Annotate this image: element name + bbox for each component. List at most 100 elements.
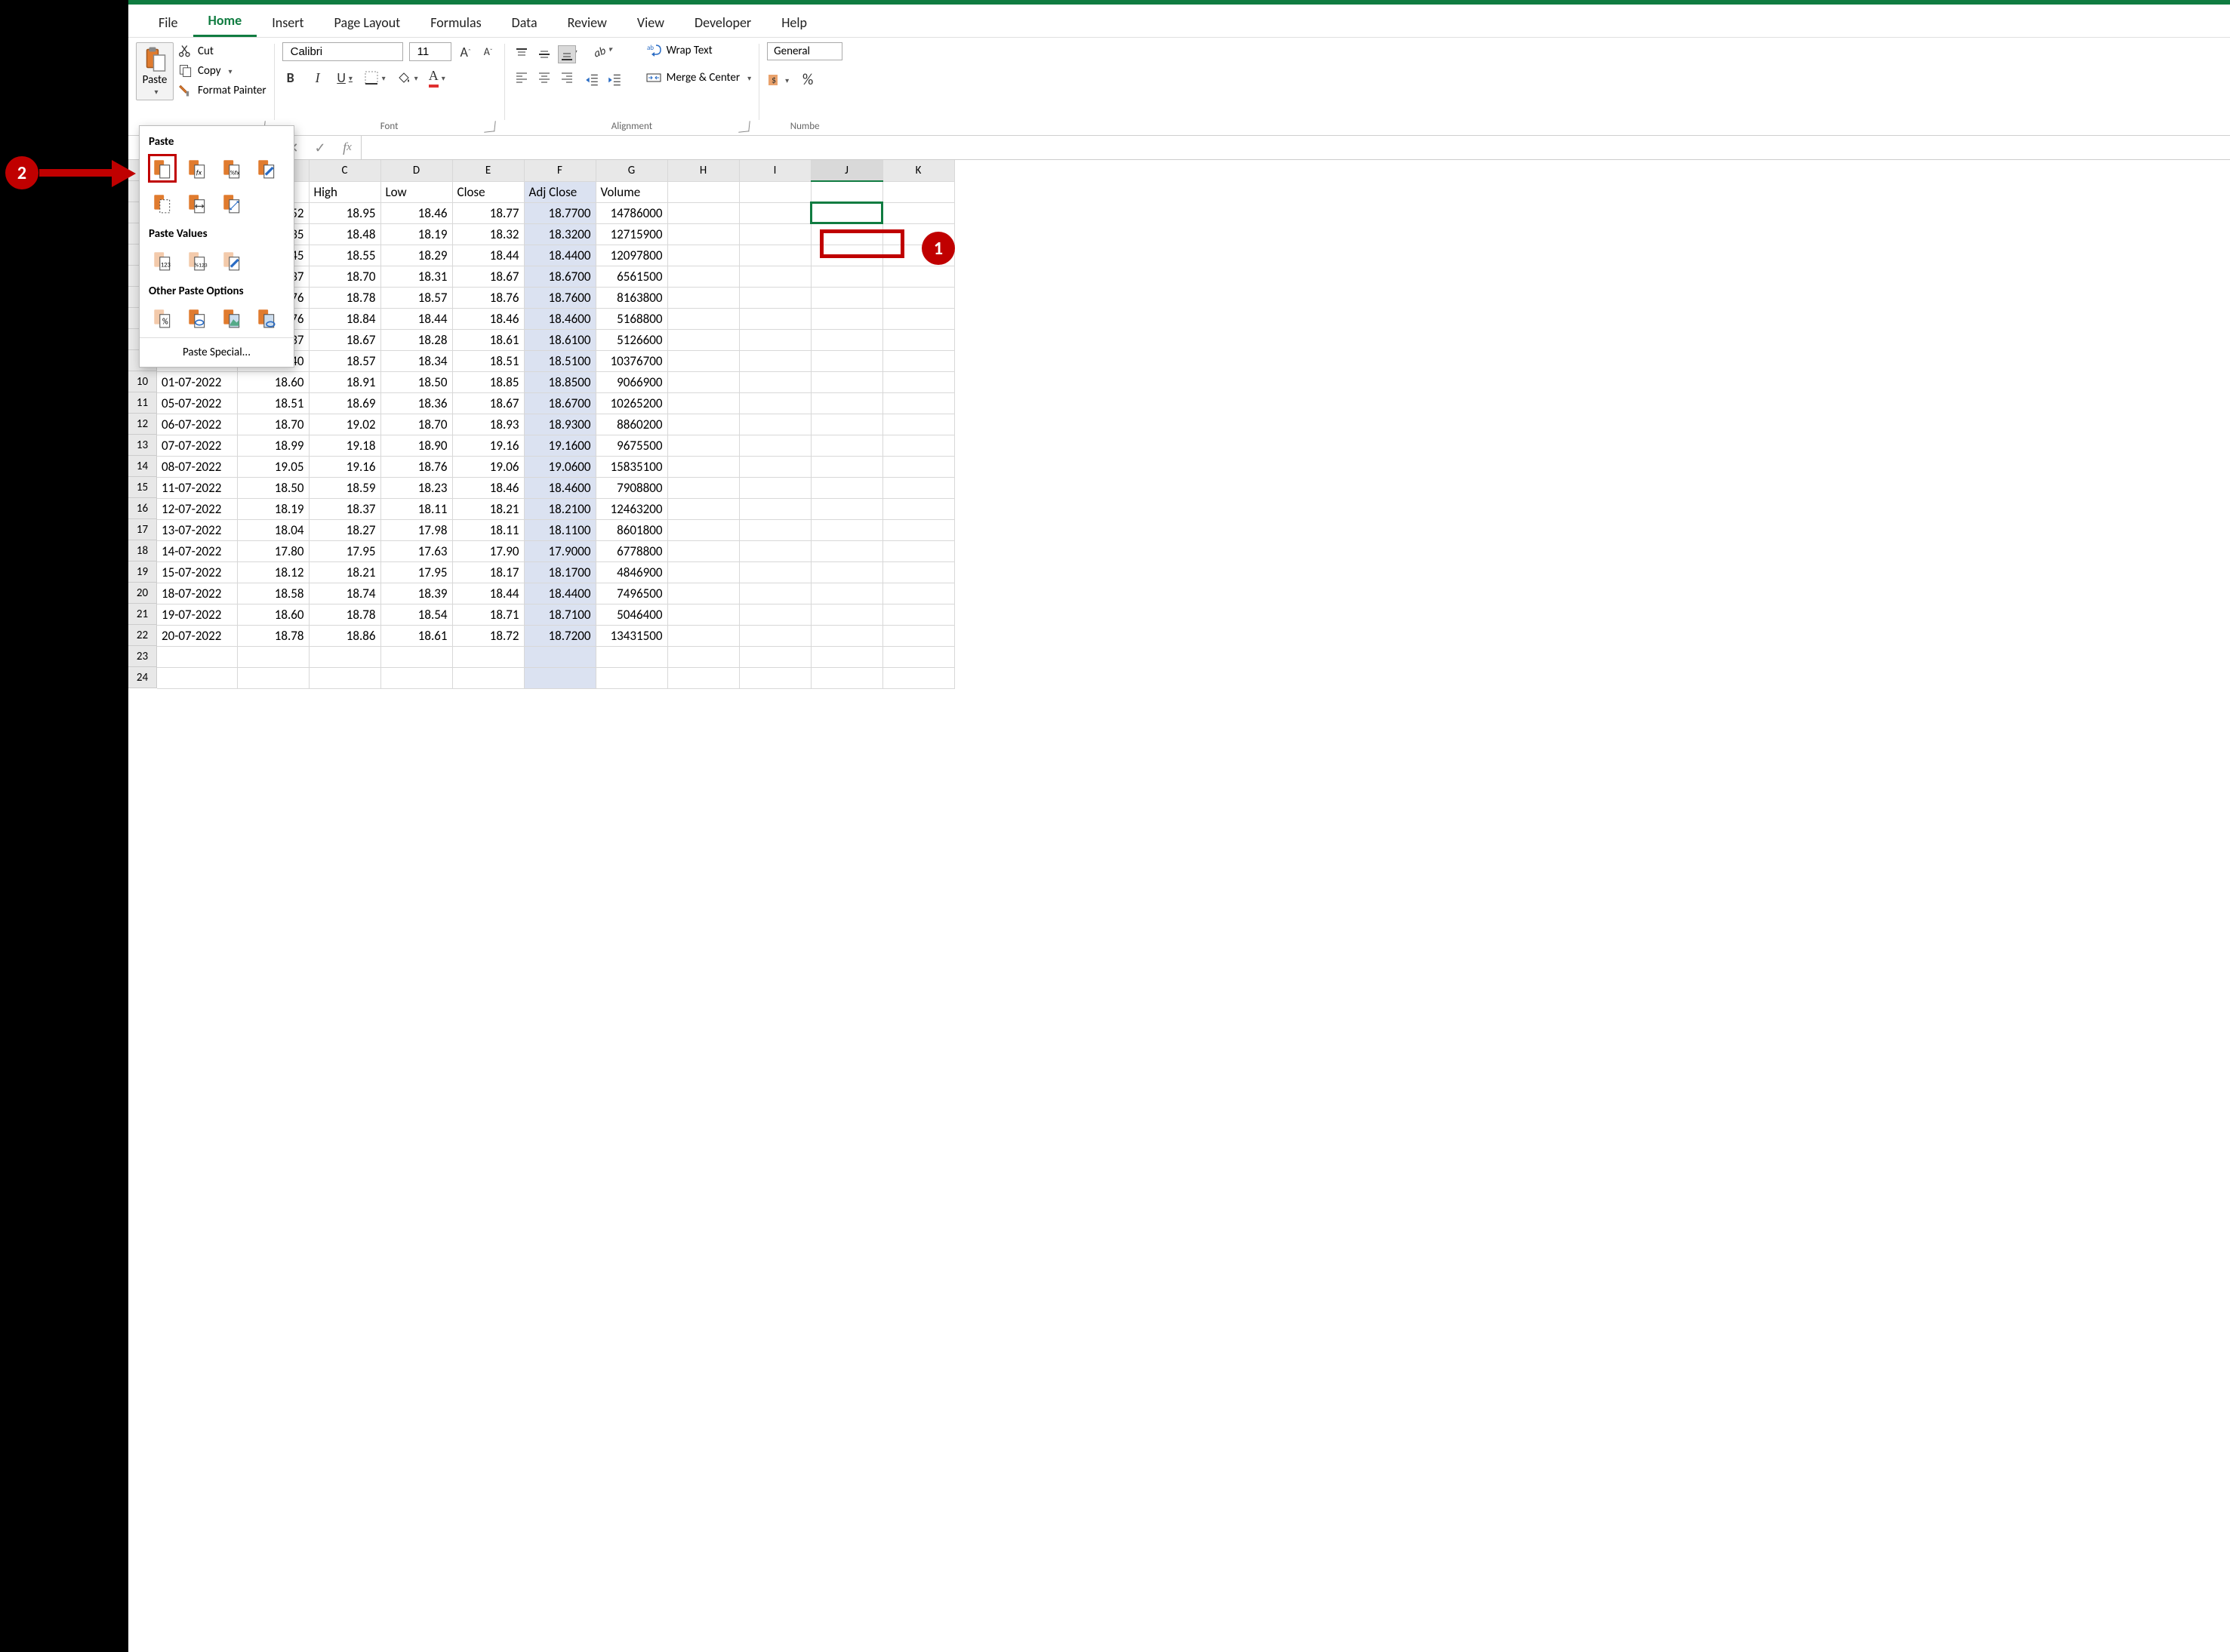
cell[interactable] [237, 667, 309, 688]
cell[interactable]: 18.19 [237, 498, 309, 519]
row-header[interactable]: 22 [128, 625, 157, 646]
cell[interactable]: 18.46 [452, 477, 524, 498]
column-header-I[interactable]: I [739, 160, 811, 181]
cell[interactable] [380, 646, 452, 667]
cell[interactable]: 18.04 [237, 519, 309, 540]
cell[interactable]: 18.93 [452, 414, 524, 435]
paste-button[interactable]: Paste ▾ [136, 42, 174, 100]
cell[interactable] [739, 583, 811, 604]
cell[interactable]: 18.50 [237, 477, 309, 498]
cell[interactable] [667, 519, 739, 540]
cell[interactable]: 18.86 [309, 625, 380, 646]
cell[interactable] [739, 308, 811, 329]
cell[interactable]: 18.34 [380, 350, 452, 371]
cell[interactable]: 8860200 [596, 414, 667, 435]
cell[interactable]: 18.78 [309, 287, 380, 308]
cell[interactable]: 18.57 [309, 350, 380, 371]
cell[interactable]: 18.6100 [524, 329, 596, 350]
paste-all-option[interactable] [149, 155, 176, 182]
cell[interactable]: 18.19 [380, 223, 452, 245]
cell[interactable] [667, 308, 739, 329]
cell[interactable]: 9066900 [596, 371, 667, 392]
cell[interactable]: 5126600 [596, 329, 667, 350]
header-cell[interactable] [882, 181, 954, 202]
cell[interactable] [811, 625, 882, 646]
cell[interactable] [739, 646, 811, 667]
cell[interactable]: 18.4400 [524, 583, 596, 604]
column-header-C[interactable]: C [309, 160, 380, 181]
wrap-text-button[interactable]: ab Wrap Text [645, 42, 752, 59]
cell[interactable]: 18.1700 [524, 561, 596, 583]
paste-values-option[interactable]: 123 [149, 247, 176, 274]
row-header[interactable]: 19 [128, 561, 157, 583]
cell[interactable]: 18.51 [452, 350, 524, 371]
cell[interactable]: 08-07-2022 [157, 456, 237, 477]
cell[interactable]: 18.7200 [524, 625, 596, 646]
cell[interactable]: 18.4600 [524, 308, 596, 329]
cell[interactable] [667, 329, 739, 350]
cell[interactable] [811, 667, 882, 688]
cell[interactable] [882, 350, 954, 371]
paste-values-number-option[interactable]: %123 [183, 247, 211, 274]
accounting-button[interactable]: $ ▾ [767, 71, 789, 89]
cell[interactable]: 7908800 [596, 477, 667, 498]
cell[interactable] [667, 477, 739, 498]
cell[interactable]: 18.78 [237, 625, 309, 646]
cell[interactable] [811, 371, 882, 392]
cell[interactable] [882, 625, 954, 646]
cell[interactable] [739, 667, 811, 688]
cell[interactable] [739, 519, 811, 540]
cell[interactable] [667, 435, 739, 456]
cell[interactable] [811, 202, 882, 223]
cell[interactable]: 18.51 [237, 392, 309, 414]
cell[interactable] [667, 414, 739, 435]
cell[interactable]: 18.39 [380, 583, 452, 604]
cell[interactable] [667, 371, 739, 392]
cell[interactable] [811, 456, 882, 477]
cell[interactable] [739, 456, 811, 477]
cell[interactable]: 18.85 [452, 371, 524, 392]
cell[interactable] [882, 456, 954, 477]
cell[interactable]: 19.1600 [524, 435, 596, 456]
cell[interactable] [667, 646, 739, 667]
cell[interactable] [667, 202, 739, 223]
fill-color-button[interactable]: ▾ [396, 69, 418, 87]
italic-button[interactable]: I [310, 69, 326, 87]
accept-formula-button[interactable]: ✓ [306, 136, 334, 160]
paste-linked-picture-option[interactable] [253, 304, 280, 331]
row-header[interactable]: 11 [128, 392, 157, 414]
cell[interactable]: 18.76 [452, 287, 524, 308]
header-cell[interactable] [811, 181, 882, 202]
cell[interactable]: 11-07-2022 [157, 477, 237, 498]
cell[interactable]: 17.98 [380, 519, 452, 540]
cell[interactable]: 18.60 [237, 371, 309, 392]
cell[interactable]: 19.02 [309, 414, 380, 435]
cell[interactable]: 18.72 [452, 625, 524, 646]
fx-button[interactable]: fx [334, 136, 361, 160]
worksheet[interactable]: 101112131415161718192021222324 CDEFGHIJK… [128, 160, 2230, 689]
cell[interactable]: 10265200 [596, 392, 667, 414]
cell[interactable] [237, 646, 309, 667]
cell[interactable] [739, 604, 811, 625]
cell[interactable]: 18.57 [380, 287, 452, 308]
cell[interactable] [596, 667, 667, 688]
cell[interactable] [882, 435, 954, 456]
cell[interactable]: 17.95 [380, 561, 452, 583]
cell[interactable] [811, 583, 882, 604]
paste-values-source-option[interactable] [218, 247, 245, 274]
column-header-H[interactable]: H [667, 160, 739, 181]
cell[interactable]: 06-07-2022 [157, 414, 237, 435]
row-header[interactable]: 15 [128, 477, 157, 498]
cell[interactable] [882, 561, 954, 583]
cell[interactable]: 10376700 [596, 350, 667, 371]
align-bottom-button[interactable] [558, 45, 576, 63]
row-header[interactable]: 20 [128, 583, 157, 604]
cut-button[interactable]: Cut [178, 44, 266, 59]
increase-indent-button[interactable] [606, 71, 623, 89]
cell[interactable]: 12097800 [596, 245, 667, 266]
cell[interactable]: 18.7100 [524, 604, 596, 625]
cell[interactable] [157, 667, 237, 688]
cell[interactable] [882, 498, 954, 519]
alignment-launcher-icon[interactable] [738, 121, 750, 132]
paste-formulas-option[interactable]: fx [183, 155, 211, 182]
